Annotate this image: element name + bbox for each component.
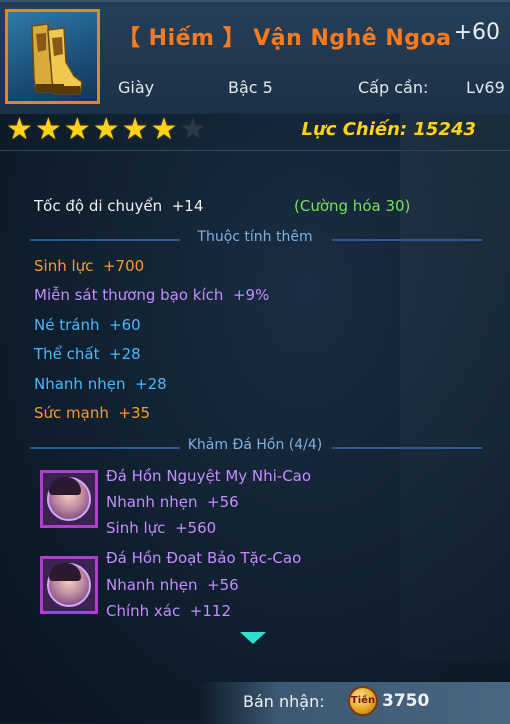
extra-stat-row: Sinh lực +700: [34, 257, 144, 275]
star-filled-icon: ★: [6, 112, 33, 147]
background-decoration: [400, 62, 510, 662]
extra-stat-value: +700: [102, 257, 145, 275]
star-filled-icon: ★: [150, 112, 178, 147]
extra-attributes-header: Thuộc tính thêm: [0, 229, 510, 249]
extra-attributes-label: Thuộc tính thêm: [197, 229, 313, 245]
extra-stat-row: Miễn sát thương bạo kích +9%: [34, 286, 269, 304]
gem-1-stat-2: Sinh lực +560: [106, 519, 216, 537]
gem-portrait-hair: [49, 563, 81, 581]
star-filled-icon: ★: [63, 112, 91, 147]
star-filled-icon: ★: [92, 112, 120, 147]
gem-stat-value: +112: [189, 602, 231, 620]
gem-stat-value: +56: [207, 576, 239, 594]
enhance-level: +60: [453, 20, 500, 45]
extra-stat-row: Nhanh nhẹn +28: [34, 375, 167, 393]
item-title: 【 Hiếm 】 Vận Nghê Ngoa: [118, 26, 452, 51]
star-empty-icon: ★: [179, 112, 207, 147]
gem-1-name: Đá Hồn Nguyệt My Nhi-Cao: [106, 467, 312, 485]
extra-stat-row: Né tránh +60: [34, 316, 141, 334]
gem-2-name: Đá Hồn Đoạt Bảo Tặc-Cao: [106, 549, 302, 567]
base-stat-name: Tốc độ di chuyển: [34, 197, 163, 215]
boots-icon: [31, 23, 83, 95]
star-filled-icon: ★: [121, 112, 149, 147]
star-filled-icon: ★: [34, 112, 62, 147]
extra-stat-name: Sức mạnh: [34, 404, 109, 422]
extra-stat-value: +60: [109, 315, 141, 334]
base-stat: Tốc độ di chuyển +14: [34, 197, 203, 215]
extra-stat-name: Né tránh: [34, 315, 100, 334]
sell-price-value: 3750: [382, 691, 430, 711]
gem-section-label: Khảm Đá Hồn (4/4): [187, 437, 323, 453]
extra-stat-name: Thể chất: [34, 345, 100, 364]
required-level-label: Cấp cần:: [358, 78, 429, 97]
gem-slot-1[interactable]: [40, 470, 98, 528]
item-tooltip-panel: 【 Hiếm 】 Vận Nghê Ngoa +60 Giày Bậc 5 Cấ…: [0, 0, 510, 724]
item-type: Giày: [118, 78, 155, 97]
gem-stat-value: +56: [207, 493, 239, 511]
extra-stat-value: +9%: [232, 286, 270, 305]
extra-stat-row: Thể chất +28: [34, 345, 141, 363]
extra-stat-name: Nhanh nhẹn: [34, 374, 126, 393]
gem-stat-name: Nhanh nhẹn: [106, 493, 198, 511]
enhance-note: (Cường hóa 30): [294, 197, 411, 215]
gem-stat-name: Chính xác: [106, 602, 181, 620]
sell-price-label: Bán nhận:: [243, 692, 325, 711]
base-stat-value: +14: [171, 197, 204, 215]
extra-stat-value: +28: [109, 345, 141, 364]
gem-1-stat-1: Nhanh nhẹn +56: [106, 493, 239, 511]
gem-slot-2[interactable]: [40, 556, 98, 614]
extra-stat-row: Sức mạnh +35: [34, 404, 150, 422]
star-rating: ★ ★ ★ ★ ★ ★ ★: [6, 115, 206, 147]
gem-stat-name: Sinh lực: [106, 519, 166, 537]
header-divider: [0, 150, 510, 151]
scroll-down-arrow-icon[interactable]: [240, 632, 266, 644]
extra-stat-value: +35: [118, 404, 151, 422]
extra-stat-name: Sinh lực: [34, 257, 94, 275]
extra-stat-value: +28: [135, 374, 167, 393]
combat-power: Lực Chiến: 15243: [301, 119, 476, 140]
extra-stat-name: Miễn sát thương bạo kích: [34, 286, 224, 305]
item-icon-frame: [5, 9, 100, 104]
required-level-value: Lv69: [466, 78, 505, 97]
gem-portrait-hair: [49, 477, 81, 495]
gem-2-stat-1: Nhanh nhẹn +56: [106, 576, 239, 594]
item-tier: Bậc 5: [228, 78, 273, 97]
gold-coin-icon: Tiền: [348, 686, 378, 716]
gem-2-stat-2: Chính xác +112: [106, 602, 231, 620]
gem-stat-name: Nhanh nhẹn: [106, 576, 198, 594]
gem-section-header: Khảm Đá Hồn (4/4): [0, 437, 510, 457]
gem-stat-value: +560: [174, 519, 217, 537]
